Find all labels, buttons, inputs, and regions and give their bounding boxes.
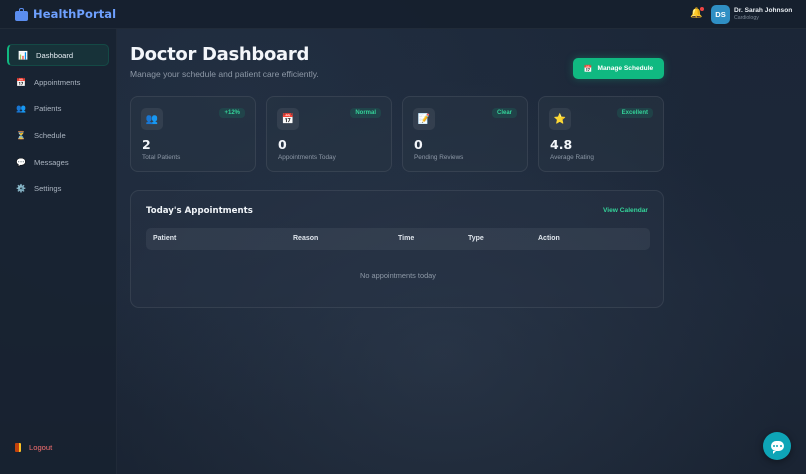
column-header-reason[interactable]: Reason: [293, 235, 318, 242]
stat-value: 0: [278, 137, 287, 152]
users-icon: 👥: [16, 103, 26, 113]
calendar-icon: 📅: [277, 108, 299, 130]
stat-value: 4.8: [550, 137, 573, 152]
sidebar-item-label: Settings: [34, 183, 62, 193]
avatar[interactable]: DS: [711, 5, 730, 24]
empty-state-message: No appointments today: [359, 271, 436, 280]
user-role: Cardiology: [734, 15, 759, 21]
gear-icon: ⚙️: [16, 183, 26, 193]
sidebar-item-settings[interactable]: ⚙️ Settings: [7, 177, 109, 199]
app-name: HealthPortal: [33, 7, 117, 21]
door-icon: [15, 443, 21, 452]
sidebar-item-messages[interactable]: 💬 Messages: [7, 151, 109, 173]
table-header: Patient Reason Time Type Action: [146, 228, 650, 250]
chat-icon: 💬: [16, 157, 26, 167]
stat-value: 2: [142, 137, 151, 152]
manage-schedule-button[interactable]: 📅 Manage Schedule: [573, 58, 664, 79]
stat-value: 0: [414, 137, 423, 152]
status-badge: +12%: [219, 108, 245, 118]
column-header-type[interactable]: Type: [468, 235, 484, 242]
page-title: Doctor Dashboard: [130, 44, 310, 65]
stat-label: Average Rating: [550, 154, 594, 161]
stat-label: Total Patients: [142, 154, 181, 161]
stat-card-total-patients: 👥 +12% 2 Total Patients: [130, 96, 256, 172]
status-badge: Excellent: [616, 108, 653, 118]
sidebar: 📊 Dashboard 📅 Appointments 👥 Patients ⏳ …: [0, 29, 117, 474]
chat-button[interactable]: [763, 432, 791, 460]
bell-icon[interactable]: 🔔: [690, 7, 704, 20]
sidebar-item-label: Patients: [34, 103, 62, 113]
sidebar-item-label: Schedule: [34, 130, 66, 140]
top-bar: HealthPortal 🔔 DS Dr. Sarah Johnson Card…: [0, 0, 806, 29]
panel-title: Today's Appointments: [146, 206, 253, 216]
notification-dot: [700, 7, 704, 11]
sidebar-item-patients[interactable]: 👥 Patients: [7, 97, 109, 119]
app-logo[interactable]: HealthPortal: [15, 7, 116, 21]
sidebar-item-appointments[interactable]: 📅 Appointments: [7, 71, 109, 93]
calendar-icon: 📅: [16, 77, 26, 87]
chat-bubble-icon: [770, 441, 784, 454]
page-subtitle: Manage your schedule and patient care ef…: [130, 69, 319, 79]
column-header-patient[interactable]: Patient: [153, 235, 176, 242]
sidebar-item-label: Dashboard: [36, 50, 74, 60]
status-badge: Clear: [491, 108, 517, 118]
user-name: Dr. Sarah Johnson: [734, 7, 793, 14]
column-header-action[interactable]: Action: [538, 235, 560, 242]
users-icon: 👥: [141, 108, 163, 130]
sidebar-item-label: Appointments: [34, 77, 81, 87]
star-icon: ⭐: [549, 108, 571, 130]
stat-card-appointments-today: 📅 Normal 0 Appointments Today: [266, 96, 392, 172]
stat-label: Pending Reviews: [414, 154, 464, 161]
appointments-panel: Today's Appointments View Calendar Patie…: [130, 190, 664, 308]
logout-label: Logout: [29, 443, 53, 452]
stat-label: Appointments Today: [278, 154, 336, 161]
status-badge: Normal: [350, 108, 381, 118]
briefcase-icon: [15, 7, 28, 21]
view-calendar-link[interactable]: View Calendar: [603, 207, 648, 214]
calendar-icon: 📅: [583, 65, 593, 73]
column-header-time[interactable]: Time: [398, 235, 414, 242]
sidebar-item-dashboard[interactable]: 📊 Dashboard: [7, 44, 109, 66]
stat-card-pending-reviews: 📝 Clear 0 Pending Reviews: [402, 96, 528, 172]
sidebar-item-label: Messages: [34, 157, 69, 167]
memo-icon: 📝: [413, 108, 435, 130]
hourglass-icon: ⏳: [16, 130, 26, 140]
stat-card-average-rating: ⭐ Excellent 4.8 Average Rating: [538, 96, 664, 172]
sidebar-item-schedule[interactable]: ⏳ Schedule: [7, 124, 109, 146]
manage-schedule-label: Manage Schedule: [597, 65, 654, 72]
chart-icon: 📊: [18, 50, 28, 60]
logout-button[interactable]: Logout: [15, 443, 52, 452]
